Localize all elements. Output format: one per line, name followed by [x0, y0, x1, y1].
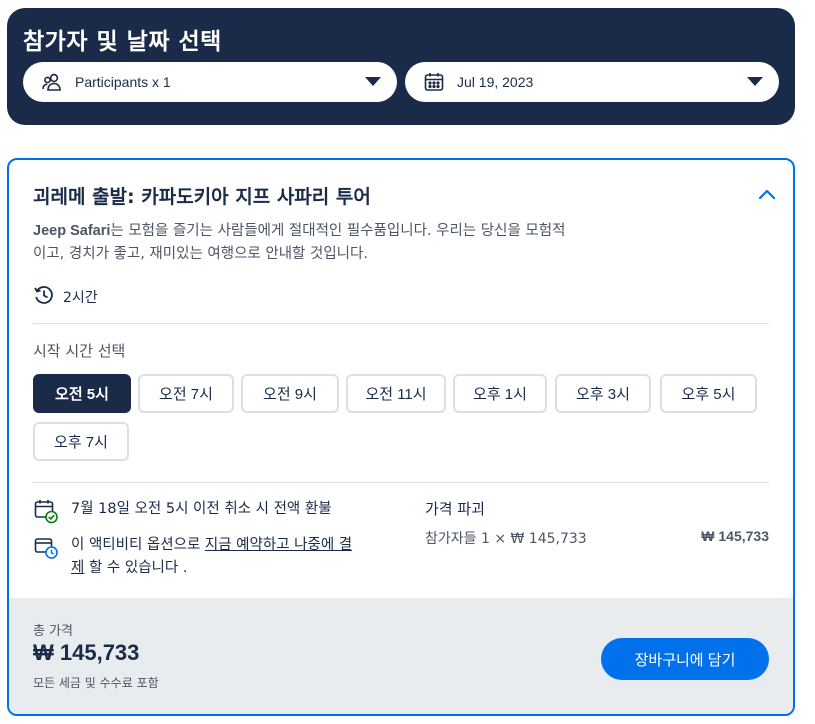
add-to-cart-button[interactable]: 장바구니에 담기: [601, 638, 769, 680]
reserve-prefix: 이 액티비티 옵션으로: [71, 537, 205, 553]
divider: [33, 482, 769, 483]
people-icon: [41, 71, 63, 93]
price-line-amount: ₩ 145,733: [701, 528, 769, 544]
date-value: Jul 19, 2023: [457, 74, 534, 90]
date-dropdown[interactable]: Jul 19, 2023: [405, 62, 779, 102]
price-line-label: 참가자들 1 × ₩ 145,733: [425, 531, 587, 547]
time-slot-1900[interactable]: 오후 7시: [33, 422, 129, 461]
duration-row: 2시간: [33, 284, 98, 310]
collapse-button[interactable]: [757, 186, 777, 202]
total-price-value: ₩ 145,733: [33, 640, 140, 665]
participants-value: Participants x 1: [75, 74, 171, 90]
start-time-label: 시작 시간 선택: [33, 342, 126, 360]
time-slot-1700[interactable]: 오후 5시: [660, 374, 757, 413]
option-title: 괴레메 출발: 카파도키아 지프 사파리 투어: [33, 186, 371, 208]
calendar-check-icon: [33, 498, 59, 524]
option-description: Jeep Safari는 모험을 즐기는 사람들에게 절대적인 필수품입니다. …: [33, 220, 573, 266]
participants-date-panel: 참가자 및 날짜 선택 Participants x 1 Jul 19, 202…: [7, 8, 795, 125]
description-text: 는 모험을 즐기는 사람들에게 절대적인 필수품입니다. 우리는 당신을 모험적…: [33, 223, 566, 262]
participants-dropdown[interactable]: Participants x 1: [23, 62, 397, 102]
duration-icon: [33, 284, 55, 310]
reserve-suffix: 할 수 있습니다 .: [84, 560, 188, 576]
price-breakdown-label: 가격 파괴: [425, 500, 485, 518]
wallet-clock-icon: [33, 534, 59, 560]
panel-title: 참가자 및 날짜 선택: [23, 29, 222, 55]
cancellation-policy: 7월 18일 오전 5시 이전 취소 시 전액 환불: [33, 498, 332, 524]
divider: [33, 323, 769, 324]
time-slot-1100[interactable]: 오전 11시: [346, 374, 446, 413]
activity-option-card: 괴레메 출발: 카파도키아 지프 사파리 투어 Jeep Safari는 모험을…: [7, 158, 795, 716]
reserve-now-policy: 이 액티비티 옵션으로 지금 예약하고 나중에 결제 할 수 있습니다 .: [33, 534, 361, 580]
chevron-up-icon: [758, 189, 776, 200]
duration-text: 2시간: [63, 290, 98, 306]
calendar-icon: [423, 71, 445, 93]
time-slot-1300[interactable]: 오후 1시: [453, 374, 547, 413]
time-slot-0900[interactable]: 오전 9시: [241, 374, 339, 413]
reserve-now-text: 이 액티비티 옵션으로 지금 예약하고 나중에 결제 할 수 있습니다 .: [71, 534, 361, 580]
description-brand: Jeep Safari: [33, 223, 111, 239]
time-slot-0500[interactable]: 오전 5시: [33, 374, 131, 413]
time-slot-0700[interactable]: 오전 7시: [138, 374, 234, 413]
chevron-down-icon: [365, 77, 381, 86]
chevron-down-icon: [747, 77, 763, 86]
cancellation-text: 7월 18일 오전 5시 이전 취소 시 전액 환불: [71, 501, 332, 517]
time-slot-1500[interactable]: 오후 3시: [555, 374, 651, 413]
total-price-note: 모든 세금 및 수수료 포함: [33, 676, 159, 690]
total-footer: 총 가격 ₩ 145,733 모든 세금 및 수수료 포함 장바구니에 담기: [9, 598, 793, 714]
total-price-label: 총 가격: [33, 624, 74, 639]
